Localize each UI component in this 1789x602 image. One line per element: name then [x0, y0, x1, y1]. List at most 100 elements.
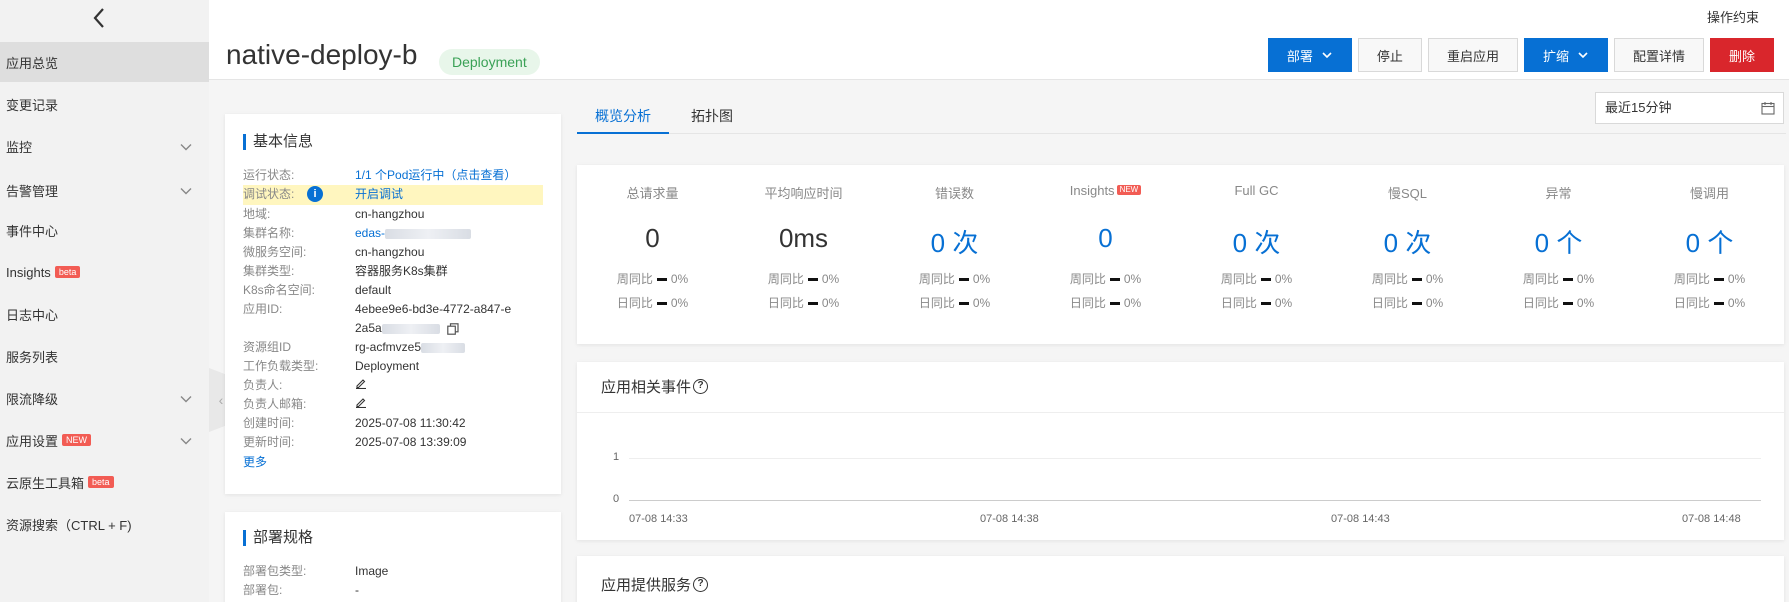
compare-value: 0% [1425, 296, 1444, 310]
gridline [629, 458, 1761, 459]
tab-overview[interactable]: 概览分析 [577, 106, 669, 134]
compare-label: 日同比 [1371, 296, 1408, 310]
stop-button[interactable]: 停止 [1357, 38, 1422, 72]
action-toolbar: 部署 停止 重启应用 扩缩 配置详情 删除 [1267, 38, 1774, 72]
compare-label: 周同比 [767, 272, 804, 286]
config-details-button[interactable]: 配置详情 [1613, 38, 1704, 72]
flat-trend-icon [1109, 302, 1120, 306]
metric-value[interactable]: 0 [1030, 223, 1181, 254]
metric-label: 错误数 [879, 183, 1030, 202]
sidebar-item[interactable]: 限流降级 [0, 378, 209, 418]
metric-value[interactable]: 0 个 [1634, 223, 1785, 260]
compare-label: 周同比 [1522, 272, 1559, 286]
metric-label: 平均响应时间 [728, 183, 879, 202]
owner-email-label: 负责人邮箱: [243, 397, 307, 411]
operation-constraint-link[interactable]: 操作约束 [1707, 7, 1759, 26]
metric-value[interactable]: 0 次 [1181, 223, 1332, 260]
compare-label: 日同比 [616, 296, 653, 310]
compare-label: 日同比 [767, 296, 804, 310]
k8s-namespace-value: default [355, 283, 392, 297]
cluster-type-value: 容器服务K8s集群 [355, 264, 448, 278]
enable-debug-link[interactable]: 开启调试 [355, 185, 403, 204]
chevron-down-icon [180, 144, 192, 151]
edit-owner-icon[interactable] [355, 376, 367, 395]
time-range-value: 最近15分钟 [1605, 100, 1672, 115]
created-time-label: 创建时间: [243, 416, 295, 430]
tab-topology[interactable]: 拓扑图 [673, 106, 751, 134]
time-range-select[interactable]: 最近15分钟 [1595, 92, 1784, 124]
compare-value: 0% [1576, 272, 1595, 286]
flat-trend-icon [1562, 278, 1573, 282]
sidebar-item-label: 限流降级 [6, 391, 59, 407]
help-icon[interactable]: ? [693, 379, 709, 394]
page-header: 操作约束 native-deploy-b Deployment 部署 停止 重启… [209, 0, 1789, 80]
sidebar-item-badge: beta [54, 266, 81, 278]
compare-label: 周同比 [1220, 272, 1257, 286]
k8s-namespace-label: K8s命名空间: [243, 283, 316, 297]
day-over-day: 日同比 0% [1332, 294, 1483, 311]
flat-trend-icon [656, 278, 667, 282]
sidebar-item[interactable]: 告警管理 [0, 170, 209, 210]
run-status-link[interactable]: 1/1 个Pod运行中（点击查看） [355, 166, 516, 185]
redacted-block [385, 228, 472, 239]
compare-label: 日同比 [918, 296, 955, 310]
x-tick-2: 07-08 14:38 [980, 513, 1039, 525]
cluster-type-label: 集群类型: [243, 264, 295, 278]
help-icon[interactable]: ? [693, 577, 709, 592]
delete-button[interactable]: 删除 [1709, 38, 1774, 72]
sidebar-item[interactable]: 事件中心 [0, 210, 209, 250]
app-events-header: 应用相关事件 ? [601, 376, 709, 397]
compare-value: 0% [670, 272, 689, 286]
sidebar-item-label: 变更记录 [6, 97, 59, 113]
sidebar-item[interactable]: 监控 [0, 126, 209, 166]
sidebar-item[interactable]: 云原生工具箱 beta [0, 462, 209, 502]
deploy-button-label: 部署 [1286, 48, 1313, 64]
compare-value: 0% [972, 296, 991, 310]
metric-value[interactable]: 0 次 [1332, 223, 1483, 260]
compare-value: 0% [821, 296, 840, 310]
restart-button[interactable]: 重启应用 [1427, 38, 1518, 72]
debug-status-row: 调试状态: i 开启调试 [243, 185, 543, 205]
sidebar-item[interactable]: 变更记录 [0, 84, 209, 124]
deploy-spec-card: 部署规格 部署包类型: Image 部署包: - [225, 512, 561, 602]
debug-status-label: 调试状态: [243, 187, 295, 201]
metric-label: 慢调用 [1634, 183, 1785, 202]
copy-icon[interactable] [447, 323, 459, 335]
workload-type-tag: Deployment [439, 49, 540, 75]
sidebar-item-label: 监控 [6, 139, 33, 155]
sidebar-item-label: Insights [6, 264, 51, 280]
metric-value: 0ms [778, 223, 829, 253]
metric-value[interactable]: 0 次 [879, 223, 1030, 260]
app-services-title: 应用提供服务 [601, 577, 692, 594]
created-time-value: 2025-07-08 11:30:42 [355, 416, 466, 430]
flat-trend-icon [1260, 302, 1271, 306]
metric-value: 0 [645, 223, 660, 253]
chevron-down-icon [1322, 52, 1332, 59]
scale-button[interactable]: 扩缩 [1523, 38, 1608, 72]
owner-label: 负责人: [243, 378, 283, 392]
compare-label: 日同比 [1673, 296, 1710, 310]
deploy-button[interactable]: 部署 [1267, 38, 1352, 72]
resource-group-value: rg-acfmvze5 [355, 338, 466, 357]
more-link[interactable]: 更多 [243, 453, 267, 470]
sidebar-item[interactable]: 服务列表 [0, 336, 209, 376]
ms-namespace-value: cn-hangzhou [355, 245, 425, 259]
flat-trend-icon [1109, 278, 1120, 282]
package-label: 部署包: [243, 583, 283, 597]
compare-label: 日同比 [1069, 296, 1106, 310]
package-type-value: Image [355, 564, 389, 578]
package-type-label: 部署包类型: [243, 564, 307, 578]
sidebar-item[interactable]: 应用设置 NEW [0, 420, 209, 460]
edit-owner-email-icon[interactable] [355, 395, 367, 414]
metric-value[interactable]: 0 个 [1483, 223, 1634, 260]
cluster-link[interactable]: edas- [355, 224, 472, 243]
sidebar-item[interactable]: 应用总览 [0, 42, 209, 82]
sidebar-item[interactable]: 日志中心 [0, 294, 209, 334]
back-arrow-icon[interactable] [88, 6, 112, 30]
sidebar-item[interactable]: 资源搜索（CTRL + F) [0, 504, 209, 544]
app-services-header: 应用提供服务 ? [601, 574, 709, 595]
y-tick-0: 0 [613, 493, 620, 505]
chevron-down-icon [180, 188, 192, 195]
sidebar-item[interactable]: Insights beta [0, 252, 209, 292]
chevron-down-icon [180, 396, 192, 403]
